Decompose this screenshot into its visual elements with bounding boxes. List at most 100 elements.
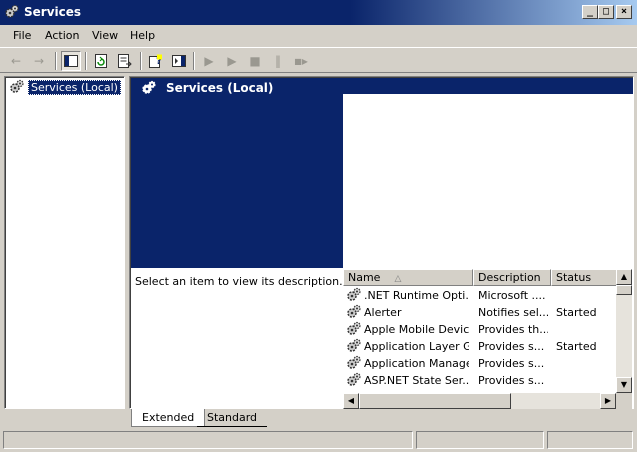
arrow-up-icon: ▲ (620, 272, 628, 281)
scroll-left-button[interactable]: ◀ (343, 393, 359, 409)
table-row[interactable]: .NET Runtime Opti... Microsoft .... (343, 287, 617, 304)
sort-ascending-icon: △ (394, 274, 402, 284)
service-status: Started (556, 306, 597, 319)
console-tree-icon (64, 55, 78, 67)
tab-extended[interactable]: Extended (131, 409, 206, 427)
service-name: ASP.NET State Ser... (364, 374, 469, 387)
resume-service-button[interactable]: ■ ▶ (291, 51, 311, 71)
table-row[interactable]: Application Layer G... Provides s... Sta… (343, 338, 617, 355)
service-name: .NET Runtime Opti... (364, 289, 469, 302)
pause-service-button[interactable]: ‖ (268, 51, 288, 71)
service-description: Provides s... (478, 340, 545, 353)
back-button[interactable]: ← (6, 51, 26, 71)
show-hide-console-tree-button[interactable] (61, 51, 81, 71)
pane-title-text: Services (Local) (166, 81, 274, 95)
horizontal-scroll-thumb[interactable] (359, 393, 511, 409)
service-gear-icon (346, 355, 362, 371)
scroll-up-button[interactable]: ▲ (616, 269, 632, 285)
close-button[interactable]: × (616, 5, 632, 19)
start-service-button[interactable]: ▶ (199, 51, 219, 71)
play-icon: ▶ (204, 54, 214, 68)
refresh-icon (95, 54, 107, 68)
resume-icon: ■ (294, 56, 302, 66)
toolbar-separator (55, 52, 57, 70)
service-gear-icon (346, 321, 362, 337)
column-header-name-label: Name (348, 271, 381, 284)
menu-bar: File Action View Help (0, 26, 637, 46)
service-name: Application Layer G... (364, 340, 469, 353)
horizontal-scrollbar[interactable]: ◀ ▶ (343, 393, 616, 409)
scrollbar-corner (616, 393, 632, 409)
toolbar-separator (193, 52, 195, 70)
tree-node-label: Services (Local) (28, 79, 121, 95)
table-row[interactable]: ASP.NET State Ser... Provides s... (343, 372, 617, 389)
stop-icon: ■ (249, 54, 261, 68)
menu-view[interactable]: View (92, 29, 118, 42)
stop-service-button[interactable]: ■ (245, 51, 265, 71)
vertical-scroll-thumb[interactable] (616, 285, 632, 295)
service-description: Provides s... (478, 374, 545, 387)
forward-button[interactable]: → (29, 51, 49, 71)
tab-standard[interactable]: Standard (197, 409, 268, 427)
maximize-button[interactable]: □ (598, 5, 614, 19)
menu-file[interactable]: File (13, 29, 31, 42)
pause-icon: ‖ (275, 54, 281, 68)
arrow-down-icon: ▼ (620, 380, 628, 389)
refresh-button[interactable] (91, 51, 111, 71)
service-description: Provides s... (478, 357, 545, 370)
services-gear-icon (9, 79, 25, 95)
service-name: Alerter (364, 306, 402, 319)
toolbar-separator (140, 52, 142, 70)
table-row[interactable]: Apple Mobile Device Provides th... (343, 321, 617, 338)
back-arrow-icon: ← (10, 54, 22, 68)
services-gear-icon (141, 80, 157, 96)
table-row[interactable]: Alerter Notifies sel... Started (343, 304, 617, 321)
column-header-description[interactable]: Description (473, 269, 551, 286)
column-header-status-label: Status (556, 271, 592, 284)
services-list[interactable]: Name △ Description Status .NET Runtime Op… (343, 269, 632, 407)
toolbar: ← → ? ▶ ▶ ■ ‖ ■ ▶ (0, 47, 637, 73)
console-tree[interactable]: Services (Local) (4, 76, 125, 409)
forward-arrow-icon: → (33, 54, 45, 68)
service-name: Application Manage... (364, 357, 469, 370)
service-gear-icon (346, 372, 362, 388)
title-bar[interactable]: Services _ □ × (0, 0, 637, 25)
arrow-left-icon: ◀ (347, 396, 355, 405)
restart-service-button[interactable]: ▶ (222, 51, 242, 71)
description-panel-header (131, 94, 343, 268)
show-hide-action-pane-button[interactable] (169, 51, 189, 71)
arrow-right-icon: ▶ (604, 396, 612, 405)
tree-node-services-local[interactable]: Services (Local) (9, 79, 121, 95)
scroll-down-button[interactable]: ▼ (616, 377, 632, 393)
service-gear-icon (346, 304, 362, 320)
description-hint: Select an item to view its description. (135, 275, 343, 288)
service-gear-icon (346, 287, 362, 303)
menu-help[interactable]: Help (130, 29, 155, 42)
column-header-name[interactable]: Name △ (343, 269, 473, 286)
service-description: Provides th... (478, 323, 548, 336)
service-status: Started (556, 340, 597, 353)
export-list-button[interactable] (115, 51, 135, 71)
menu-action[interactable]: Action (45, 29, 79, 42)
view-tabs: Extended Standard (129, 409, 634, 428)
play-icon: ▶ (301, 56, 308, 66)
services-gear-icon (4, 4, 20, 20)
status-panel-tertiary (547, 431, 633, 449)
table-row[interactable]: Application Manage... Provides s... (343, 355, 617, 372)
scroll-right-button[interactable]: ▶ (600, 393, 616, 409)
status-panel-secondary (416, 431, 544, 449)
status-bar (0, 429, 637, 452)
service-description: Microsoft .... (478, 289, 546, 302)
window-title: Services (24, 5, 82, 19)
status-panel-main (3, 431, 413, 449)
play-icon: ▶ (227, 54, 237, 68)
service-name: Apple Mobile Device (364, 323, 469, 336)
export-list-icon (118, 54, 132, 68)
help-button[interactable]: ? (146, 51, 166, 71)
pane-title: Services (Local) (141, 80, 273, 96)
vertical-scrollbar[interactable]: ▲ ▼ (616, 269, 632, 393)
service-gear-icon (346, 338, 362, 354)
minimize-button[interactable]: _ (582, 5, 598, 19)
column-header-description-label: Description (478, 271, 541, 284)
help-icon: ? (149, 54, 162, 68)
